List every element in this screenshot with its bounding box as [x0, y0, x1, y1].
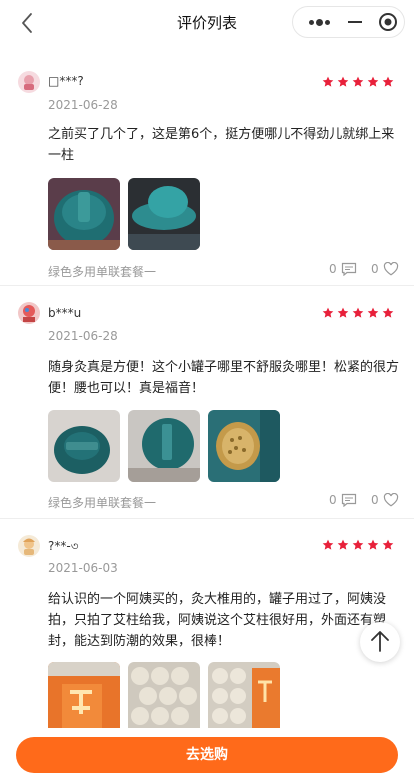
avatar — [18, 302, 40, 324]
bottom-bar: 去选购 — [0, 728, 414, 780]
reviewer-name: ?**-৩ — [48, 539, 79, 553]
go-shopping-button[interactable]: 去选购 — [16, 737, 398, 773]
rating-stars — [322, 307, 394, 319]
star-icon — [367, 307, 379, 318]
target-circle-icon[interactable] — [375, 7, 403, 37]
review-date: 2021-06-03 — [48, 561, 118, 575]
star-icon — [367, 539, 379, 550]
star-icon — [382, 76, 394, 87]
reviewer-name: □***? — [48, 74, 84, 88]
comment-button[interactable]: 0 — [329, 493, 357, 507]
comment-icon — [341, 493, 356, 507]
review-photo[interactable] — [48, 178, 120, 250]
star-icon — [382, 307, 394, 318]
star-icon — [322, 76, 334, 87]
avatar — [18, 71, 40, 93]
like-button[interactable]: 0 — [371, 493, 399, 507]
avatar — [18, 535, 40, 557]
star-icon — [337, 76, 349, 87]
mini-program-capsule — [292, 6, 405, 38]
review-photo[interactable] — [128, 662, 200, 728]
arrow-up-icon — [371, 631, 389, 652]
review-photo[interactable] — [48, 662, 120, 728]
heart-icon — [383, 262, 398, 276]
review-list[interactable]: □***? 2021-06-28 之前买了几个了，这是第6个，挺方便哪儿不得劲儿… — [0, 46, 414, 728]
review-photo[interactable] — [128, 178, 200, 250]
rating-stars — [322, 76, 394, 88]
star-icon — [322, 539, 334, 550]
star-icon — [352, 307, 364, 318]
product-variant: 绿色多用单联套餐一 — [48, 265, 157, 279]
review-text: 之前买了几个了，这是第6个，挺方便哪儿不得劲儿就绑上来一柱 — [48, 127, 395, 163]
comment-count: 0 — [329, 493, 337, 507]
review-photo[interactable] — [128, 410, 200, 482]
more-dots-icon[interactable] — [301, 7, 339, 37]
like-count: 0 — [371, 262, 379, 276]
review-date: 2021-06-28 — [48, 329, 118, 343]
comment-icon — [341, 262, 356, 276]
review-photo[interactable] — [208, 662, 280, 728]
reviewer-name: b***u — [48, 306, 82, 320]
review-item: ?**-৩ 2021-06-03 给认识的一个阿姨买的，灸大椎用的，罐子用过了，… — [0, 519, 414, 728]
review-date: 2021-06-28 — [48, 98, 118, 112]
like-button[interactable]: 0 — [371, 262, 399, 276]
star-icon — [352, 539, 364, 550]
back-to-top-button[interactable] — [360, 622, 400, 662]
star-icon — [382, 539, 394, 550]
review-text: 给认识的一个阿姨买的，灸大椎用的，罐子用过了，阿姨没拍，只拍了艾柱给我，阿姨说这… — [48, 592, 387, 649]
rating-stars — [322, 539, 394, 551]
star-icon — [337, 307, 349, 318]
product-variant: 绿色多用单联套餐一 — [48, 496, 157, 510]
review-item: □***? 2021-06-28 之前买了几个了，这是第6个，挺方便哪儿不得劲儿… — [0, 46, 414, 286]
comment-count: 0 — [329, 262, 337, 276]
minus-icon[interactable] — [340, 7, 370, 37]
review-item: b***u 2021-06-28 随身灸真是方便！这个小罐子哪里不舒服灸哪里！松… — [0, 286, 414, 519]
star-icon — [322, 307, 334, 318]
star-icon — [367, 76, 379, 87]
review-photo[interactable] — [208, 410, 280, 482]
like-count: 0 — [371, 493, 379, 507]
star-icon — [352, 76, 364, 87]
review-text: 随身灸真是方便！这个小罐子哪里不舒服灸哪里！松紧的很方便！腰也可以！真是福音！ — [48, 360, 400, 396]
comment-button[interactable]: 0 — [329, 262, 357, 276]
star-icon — [337, 539, 349, 550]
nav-bar: 评价列表 — [0, 0, 414, 46]
heart-icon — [383, 493, 398, 507]
review-photo[interactable] — [48, 410, 120, 482]
